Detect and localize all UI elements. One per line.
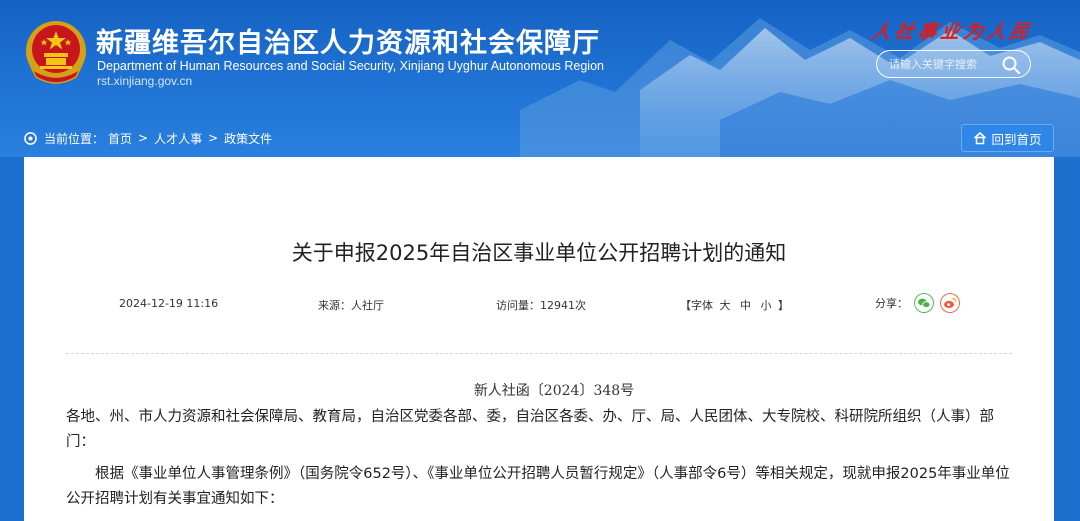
article-panel: 关于申报2025年自治区事业单位公开招聘计划的通知 2024-12-19 11:…: [24, 157, 1054, 521]
font-size-medium[interactable]: 中: [740, 299, 751, 312]
back-home-label: 回到首页: [991, 131, 1042, 147]
slogan-text: 人社事业为人民: [869, 21, 1036, 43]
national-emblem-icon: [26, 21, 86, 84]
view-count: 访问量：12941次: [496, 299, 586, 312]
article-paragraph: 各地、州、市人力资源和社会保障局、教育局，自治区党委各部、委，自治区各委、办、厅…: [66, 409, 994, 450]
article-paragraph: 根据《事业单位人事管理条例》（国务院令652号）、《事业单位公开招聘人员暂行规定…: [66, 466, 1010, 507]
site-url[interactable]: rst.xinjiang.gov.cn: [97, 74, 192, 88]
site-title[interactable]: 新疆维吾尔自治区人力资源和社会保障厅: [96, 21, 600, 60]
breadcrumb: 当前位置： 首页 > 人才人事 > 政策文件: [24, 129, 272, 147]
breadcrumb-separator: >: [138, 131, 149, 145]
share-label: 分享：: [875, 297, 908, 310]
article-title: 关于申报2025年自治区事业单位公开招聘计划的通知: [291, 241, 787, 265]
breadcrumb-talent[interactable]: 人才人事: [154, 130, 202, 147]
search-input[interactable]: [889, 55, 997, 73]
breadcrumb-label: 当前位置：: [44, 131, 105, 146]
search-box: [876, 50, 1031, 78]
breadcrumb-policy[interactable]: 政策文件: [224, 130, 272, 147]
wechat-icon[interactable]: [914, 293, 934, 313]
back-home-button[interactable]: 回到首页: [961, 124, 1054, 152]
font-size-small[interactable]: 小: [761, 299, 772, 312]
share-bar: 分享：: [875, 293, 960, 313]
breadcrumb-separator: >: [208, 131, 219, 145]
content-divider: [66, 353, 1012, 354]
weibo-icon[interactable]: [940, 293, 960, 313]
publish-date: 2024-12-19 11:16: [119, 297, 219, 310]
article-source: 来源：人社厅: [318, 299, 384, 312]
font-size-large[interactable]: 大: [720, 299, 731, 312]
search-icon[interactable]: [1001, 55, 1021, 75]
document-number: 新人社函〔2024〕348号: [473, 383, 635, 399]
breadcrumb-home[interactable]: 首页: [108, 130, 132, 147]
location-icon: [24, 131, 37, 145]
font-size-close: 】: [778, 299, 789, 312]
font-size-open: 【字体: [680, 299, 713, 312]
font-size-control: 【字体 大 中 小 】: [680, 297, 789, 313]
site-subtitle: Department of Human Resources and Social…: [97, 59, 604, 73]
home-icon: [974, 131, 987, 145]
